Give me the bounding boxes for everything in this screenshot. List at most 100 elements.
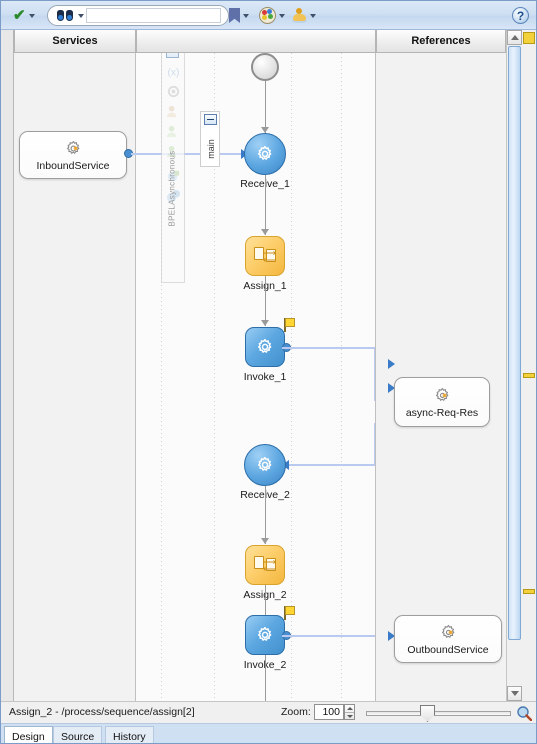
canvas-header [136,30,376,53]
search-chevron-down-icon[interactable] [78,13,84,18]
palette-collapse-icon[interactable] [166,53,179,58]
process-canvas[interactable]: (x) BPELAsynchronous main ⟶ ⟵ Invoke_1 ⟶… [136,53,376,701]
receive-icon [244,133,286,175]
editor-main: InboundService (x) BPELAsynchronous main… [1,53,536,701]
bookmark-button[interactable] [229,1,249,30]
gear-palette-icon [167,85,180,98]
editor-tab-bar: Design Source History [1,723,536,743]
service-inbound-label: InboundService [36,159,110,172]
binoculars-icon[interactable] [57,10,73,21]
conn-receive2-assign2 [265,486,266,544]
toolbar: ✔ ? [1,1,536,30]
search-input[interactable] [86,8,221,23]
tab-design[interactable]: Design [4,726,53,743]
zoom-slider-track[interactable] [366,711,511,716]
conn-receive1-assign1 [265,175,266,235]
zoom-decrease-button[interactable] [345,713,354,720]
palette-vertical-label: BPELAsynchronous [167,150,177,227]
gear-icon [258,338,272,353]
palette-button[interactable] [259,1,285,30]
marker-column [522,30,536,701]
ref-async-in-arrow [388,359,395,369]
gear-icon [258,626,272,641]
invoke1-to-ref-line-h [282,347,375,349]
validate-button[interactable]: ✔ [13,1,35,30]
assign-glyph-icon: ⟶ ⟵ [254,247,276,265]
correlation-icon [166,125,177,138]
start-event-icon [251,53,279,81]
references-header: References [376,30,506,53]
marker-overview-icon[interactable] [523,32,535,44]
invoke-icon [245,327,285,367]
assign-glyph-icon: ⟶ ⟵ [254,556,276,574]
node-invoke1[interactable]: Invoke_1 [244,318,295,383]
bpel-editor-window: ✔ ? Services References InboundService (… [0,0,537,744]
chevron-down-icon[interactable] [28,13,35,18]
partnerlink-icon [166,105,177,118]
tab-history[interactable]: History [105,726,154,743]
main-collapse-icon[interactable] [204,114,217,125]
invoke2-flag-icon [284,606,297,620]
services-pane: InboundService [14,53,153,701]
gear-icon [258,145,272,160]
gear-icon [66,140,79,154]
receive-icon [244,444,286,486]
node-assign1[interactable]: ⟶ ⟵ Assign_1 [243,236,287,292]
conn-invoke2-end [265,655,266,701]
human-task-button[interactable] [292,1,316,30]
help-button[interactable]: ? [512,7,529,24]
assign-icon: ⟶ ⟵ [245,545,285,585]
reference-async-label: async-Req-Res [405,406,479,419]
reference-async-req-res[interactable]: async-Req-Res [394,377,490,427]
bpel-palette-strip[interactable]: (x) BPELAsynchronous [161,53,185,283]
references-pane: async-Req-Res OutboundService [376,53,506,701]
zoom-label: Zoom: [281,706,311,718]
bookmark-icon [229,8,240,23]
zoom-stepper[interactable] [344,704,355,720]
node-receive1[interactable]: Receive_1 [240,133,290,190]
palette-icon [259,7,276,24]
bookmark-chevron-down-icon[interactable] [243,13,249,18]
status-bar: Assign_2 - /process/sequence/assign[2] Z… [1,701,536,723]
invoke-icon [245,615,285,655]
person-chevron-down-icon[interactable] [310,13,316,18]
conn-start-receive1 [265,81,266,133]
scroll-down-button[interactable] [507,686,522,701]
conn-assign1-invoke1 [265,276,266,326]
reference-outbound-service[interactable]: OutboundService [394,615,502,663]
main-scope-label: main [206,139,216,159]
assign-icon: ⟶ ⟵ [245,236,285,276]
variable-icon: (x) [167,67,179,78]
scroll-up-button[interactable] [507,30,522,45]
gear-icon [258,456,272,471]
scrollbar-thumb[interactable] [508,46,521,640]
svg-text:(x): (x) [167,67,179,78]
left-gutter-header [1,30,14,53]
node-invoke1-label: Invoke_1 [243,371,287,383]
invoke2-to-outbound-line [282,635,375,637]
arrow-assign1-invoke1 [261,320,269,326]
line-gutter [1,53,14,701]
reference-outbound-label: OutboundService [407,643,489,656]
zoom-slider-thumb[interactable] [420,705,435,722]
node-start[interactable] [251,53,279,81]
gear-icon [435,387,448,401]
node-invoke2[interactable]: Invoke_2 [244,606,295,671]
status-selection-text: Assign_2 - /process/sequence/assign[2] [9,706,195,718]
main-scope-box[interactable]: main [200,111,220,167]
service-inbound[interactable]: InboundService [19,131,127,179]
zoom-increase-button[interactable] [345,705,354,713]
vertical-scrollbar[interactable] [506,30,522,701]
marker-warning-1[interactable] [523,373,535,378]
zoom-fit-icon[interactable] [516,705,532,721]
arrow-receive1-assign1 [261,229,269,235]
node-receive2[interactable]: Receive_2 [240,444,290,501]
marker-warning-2[interactable] [523,589,535,594]
gear-icon [441,624,454,638]
inbound-to-receive1-line [136,153,248,155]
zoom-value-field[interactable]: 100 [314,704,344,720]
node-assign2[interactable]: ⟶ ⟵ Assign_2 [243,545,287,601]
ref-to-receive2-line-h2 [288,464,375,466]
tab-source[interactable]: Source [53,726,103,743]
palette-chevron-down-icon[interactable] [279,13,285,18]
